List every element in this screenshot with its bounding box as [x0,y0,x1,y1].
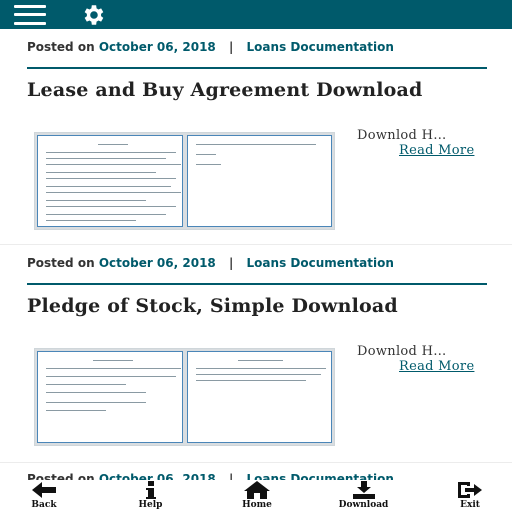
meta-separator: | [228,40,234,54]
post-date-link[interactable]: October 06, 2018 [99,472,216,480]
posted-on-label: Posted on [27,472,95,480]
download-button[interactable]: Download [338,480,389,512]
post-meta: Posted on October 06, 2018 | Loans Docum… [27,256,394,270]
meta-separator: | [228,256,234,270]
bottom-nav-bar: Back Help Home Download Exit [0,480,512,512]
post-card: Posted on October 06, 2018 | Loans Docum… [0,245,512,463]
document-page-right [186,351,332,443]
post-date-link[interactable]: October 06, 2018 [99,256,216,270]
post-card: Posted on October 06, 2018 | Loans Docum… [0,29,512,245]
posted-on-label: Posted on [27,256,95,270]
exit-label: Exit [460,500,480,510]
post-category-link[interactable]: Loans Documentation [247,472,394,480]
post-category-link[interactable]: Loans Documentation [247,256,394,270]
back-arrow-icon [32,482,56,498]
download-label: Download [338,500,389,510]
document-page-left [37,135,183,227]
post-feed[interactable]: Posted on October 06, 2018 | Loans Docum… [0,29,512,480]
help-label: Help [138,500,163,510]
back-label: Back [31,500,57,510]
meta-separator: | [228,472,234,480]
exit-icon [458,482,482,498]
document-page-right [186,135,332,227]
home-label: Home [242,500,272,510]
help-button[interactable]: Help [127,480,175,512]
exit-button[interactable]: Exit [446,480,494,512]
top-app-bar [0,0,512,29]
gear-icon[interactable] [80,2,106,28]
read-more-link[interactable]: Read More [399,143,474,158]
post-title[interactable]: Pledge of Stock, Simple Download [27,297,427,316]
download-icon [352,481,375,499]
back-button[interactable]: Back [20,480,68,512]
post-card: Posted on October 06, 2018 | Loans Docum… [0,463,512,480]
post-excerpt: Downlod H… [357,128,447,143]
hamburger-menu-icon[interactable] [14,4,46,25]
info-icon [145,481,156,499]
post-meta: Posted on October 06, 2018 | Loans Docum… [27,40,394,54]
divider [27,283,487,285]
post-title[interactable]: Lease and Buy Agreement Download [27,81,427,100]
home-icon [244,481,270,499]
read-more-link[interactable]: Read More [399,359,474,374]
document-thumbnail[interactable] [34,348,335,446]
post-meta: Posted on October 06, 2018 | Loans Docum… [27,472,394,480]
document-thumbnail[interactable] [34,132,335,230]
posted-on-label: Posted on [27,40,95,54]
post-excerpt: Downlod H… [357,344,447,359]
home-button[interactable]: Home [233,480,281,512]
post-category-link[interactable]: Loans Documentation [247,40,394,54]
document-page-left [37,351,183,443]
divider [27,67,487,69]
post-date-link[interactable]: October 06, 2018 [99,40,216,54]
